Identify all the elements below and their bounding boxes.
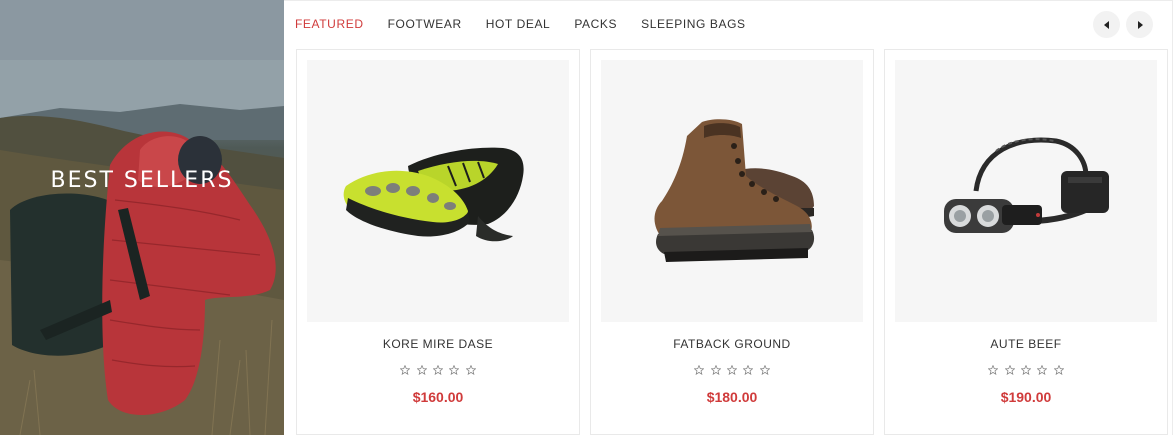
product-card: KORE MIRE DASE $160.00 (296, 49, 580, 435)
product-card: AUTE BEEF $190.00 (884, 49, 1168, 435)
tab-hot-deal[interactable]: HOT DEAL (486, 17, 551, 31)
product-image-link[interactable] (601, 60, 863, 322)
product-price: $160.00 (412, 389, 464, 405)
tab-sleeping-bags[interactable]: SLEEPING BAGS (641, 17, 746, 31)
product-card: FATBACK GROUND $180.00 (590, 49, 874, 435)
headlamp-image (944, 137, 1109, 233)
star-empty-icon (400, 365, 411, 375)
category-tabs: FEATURED FOOTWEAR HOT DEAL PACKS SLEEPIN… (295, 17, 746, 31)
product-price: $190.00 (1000, 389, 1052, 405)
toe-shoe-image (343, 147, 524, 242)
star-empty-icon (416, 365, 427, 375)
star-empty-icon (759, 365, 770, 375)
star-empty-icon (433, 365, 443, 375)
star-empty-icon (1053, 365, 1064, 375)
product-image-link[interactable] (307, 60, 569, 322)
star-empty-icon (988, 365, 999, 375)
tab-footwear[interactable]: FOOTWEAR (388, 17, 462, 31)
tab-featured[interactable]: FEATURED (295, 17, 364, 31)
product-name[interactable]: AUTE BEEF (885, 337, 1167, 351)
best-sellers-banner: BEST SELLERS (0, 0, 284, 435)
tab-packs[interactable]: PACKS (574, 17, 617, 31)
rating-stars (591, 362, 873, 380)
hiking-boot-image (654, 119, 815, 262)
star-empty-icon (710, 365, 721, 375)
star-empty-icon (727, 365, 737, 375)
star-empty-icon (465, 365, 476, 375)
star-empty-icon (743, 365, 754, 375)
star-empty-icon (1021, 365, 1031, 375)
product-grid: KORE MIRE DASE $160.00 FATBACK GROUND $1… (296, 49, 1168, 435)
caret-right-icon (1137, 20, 1143, 29)
product-name[interactable]: KORE MIRE DASE (297, 337, 579, 351)
caret-left-icon (1103, 20, 1109, 29)
product-image-link[interactable] (895, 60, 1157, 322)
product-price: $180.00 (706, 389, 758, 405)
star-empty-icon (1037, 365, 1048, 375)
product-tabs-section: FEATURED FOOTWEAR HOT DEAL PACKS SLEEPIN… (284, 0, 1173, 435)
star-empty-icon (449, 365, 460, 375)
rating-stars (297, 362, 579, 380)
hiker-photo (0, 0, 284, 435)
rating-stars (885, 362, 1167, 380)
star-empty-icon (1004, 365, 1015, 375)
star-empty-icon (694, 365, 705, 375)
banner-title: BEST SELLERS (50, 168, 234, 193)
carousel-prev-button[interactable] (1093, 11, 1120, 38)
carousel-next-button[interactable] (1126, 11, 1153, 38)
carousel-nav (1093, 11, 1153, 38)
product-name[interactable]: FATBACK GROUND (591, 337, 873, 351)
